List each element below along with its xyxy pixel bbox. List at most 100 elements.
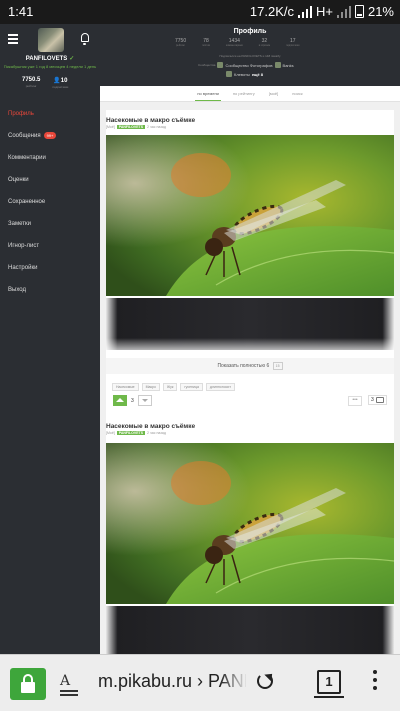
tag[interactable]: Насекомые xyxy=(112,383,139,391)
url-fade xyxy=(220,669,248,695)
subscribers-label: подписчики xyxy=(52,85,69,89)
counter-label: постов xyxy=(202,44,210,47)
sidebar-item-ignore-list[interactable]: Игнор-лист xyxy=(0,235,100,257)
status-bar: 1:41 17.2K/c H+ 21% xyxy=(0,0,400,24)
signal-icon xyxy=(297,5,312,18)
sidebar-item-settings[interactable]: Настройки xyxy=(0,257,100,279)
battery-percent: 21% xyxy=(367,4,394,19)
post-meta: [Моё] PANFILOVETS 2 час назад xyxy=(106,125,166,129)
post-title[interactable]: Насекомые в макро съёмке xyxy=(106,117,195,124)
sidebar-item-label: Комментарии xyxy=(8,155,46,161)
hoverfly-photo xyxy=(106,135,394,296)
sidebar: PANFILOVETS ✓ Пикабушник уже 1 год 8 меся… xyxy=(0,24,100,654)
post-rating: 3 xyxy=(113,395,152,406)
post-time: 2 час назад xyxy=(147,431,166,435)
rating-value: 7750.5 xyxy=(22,77,41,83)
profile-counter: 7750 рейтинг xyxy=(175,38,186,47)
post-tag-mine: [Моё] xyxy=(106,431,115,435)
reader-icon-lines xyxy=(60,690,78,698)
lock-button[interactable] xyxy=(10,668,46,700)
network-speed: 17.2K/c xyxy=(249,4,294,19)
post-author[interactable]: PANFILOVETS xyxy=(116,125,146,129)
counter-label: подписчики xyxy=(286,44,300,47)
profile-counter: 1434 комментариев xyxy=(226,38,243,47)
overflow-menu-icon[interactable] xyxy=(373,670,377,694)
tag[interactable]: Жук xyxy=(162,383,178,391)
profile-counters: 7750 рейтинг 78 постов 1434 комментариев 32… xyxy=(175,38,299,47)
community-link[interactable]: Banks xyxy=(283,63,294,68)
sidebar-item-saved[interactable]: Сохраненное xyxy=(0,191,100,213)
reader-mode-icon[interactable]: A xyxy=(60,673,78,696)
sidebar-item-label: Заметки xyxy=(8,221,31,227)
post-tag-mine: [Моё] xyxy=(106,125,115,129)
browser-bar: A m.pikabu.ru › PANFILOVETS 1 xyxy=(0,654,400,711)
sidebar-item-profile[interactable]: Профиль xyxy=(0,103,100,125)
sidebar-item-comments[interactable]: Комментарии xyxy=(0,147,100,169)
sidebar-item-ratings[interactable]: Оценки xyxy=(0,169,100,191)
more-button[interactable]: ••• xyxy=(348,396,362,406)
tag[interactable]: длинноносит xyxy=(205,383,235,391)
community-link[interactable]: Клевоты xyxy=(234,72,250,77)
signal-icon-2 xyxy=(336,5,351,18)
profile-counter: 78 постов xyxy=(202,38,210,47)
post-title[interactable]: Насекомые в макро съёмке xyxy=(106,423,195,430)
feed: по времени по рейтингу [моё] поиск Насек… xyxy=(100,86,400,654)
sidebar-item-label: Профиль xyxy=(8,111,34,117)
subscribers-value: 👤10 xyxy=(52,77,68,84)
verified-icon: ✓ xyxy=(69,56,75,62)
app: 1:41 17.2K/c H+ 21% PANFILOVETS ✓ Пикабуш… xyxy=(0,0,400,711)
tag[interactable]: Макро xyxy=(141,383,160,391)
post-image[interactable] xyxy=(106,443,394,604)
tab-by-time[interactable]: по времени xyxy=(195,87,221,101)
post-image[interactable] xyxy=(106,135,394,296)
bell-icon[interactable] xyxy=(81,33,89,45)
hamburger-menu-icon[interactable] xyxy=(8,34,18,46)
profile-counter: 17 подписчики xyxy=(286,38,299,47)
community-icon xyxy=(274,62,281,68)
membership-text: Пикабушник уже 1 год 8 месяцев 4 недели … xyxy=(3,64,97,69)
comments-button[interactable]: 3 xyxy=(368,395,387,405)
sidebar-item-label: Игнор-лист xyxy=(8,243,40,249)
sidebar-item-logout[interactable]: Выход xyxy=(0,279,100,301)
communities-more-link[interactable]: ещё 8 xyxy=(252,72,263,77)
reload-icon[interactable] xyxy=(257,673,273,689)
hoverfly-photo xyxy=(106,443,394,604)
show-full-count: 6 xyxy=(266,363,270,369)
show-full-extra: 15 xyxy=(272,362,283,370)
sidebar-stats: 7750.5 рейтинг 👤10 подписчики xyxy=(22,77,68,89)
tab-search[interactable]: поиск xyxy=(290,87,304,100)
person-icon: 👤 xyxy=(53,78,61,84)
show-full-button[interactable]: Показать полностью 6 15 xyxy=(106,358,394,374)
upvote-button[interactable] xyxy=(113,395,127,406)
rating-label: рейтинг xyxy=(25,84,37,88)
subscribers-number: 10 xyxy=(60,78,68,84)
post-image-2[interactable] xyxy=(106,606,394,654)
username-text: PANFILOVETS xyxy=(25,56,68,62)
sidebar-menu: Профиль Сообщения 99+ Комментарии Оценки … xyxy=(0,103,100,301)
tabs-button[interactable]: 1 xyxy=(314,670,344,698)
username[interactable]: PANFILOVETS ✓ xyxy=(0,55,100,62)
post-time: 2 час назад xyxy=(147,125,166,129)
show-full-label: Показать полностью xyxy=(217,363,266,369)
tab-by-rating[interactable]: по рейтингу xyxy=(231,87,257,100)
downvote-button[interactable] xyxy=(137,395,152,406)
post-author[interactable]: PANFILOVETS xyxy=(116,431,146,435)
messages-badge: 99+ xyxy=(43,131,57,139)
reader-icon-letter: A xyxy=(60,673,71,689)
sidebar-item-label: Сохраненное xyxy=(8,199,46,205)
sidebar-item-messages[interactable]: Сообщения 99+ xyxy=(0,125,100,147)
community-link[interactable]: Сообщество Фотографов xyxy=(225,63,272,68)
tab-mine[interactable]: [моё] xyxy=(267,87,280,100)
sidebar-item-label: Настройки xyxy=(8,265,38,271)
community-icon xyxy=(226,71,232,77)
counter-label: рейтинг xyxy=(176,44,186,47)
battery-icon xyxy=(354,5,364,18)
rating-stat: 7750.5 рейтинг xyxy=(22,77,40,89)
profile-header: Профиль 7750 рейтинг 78 постов 1434 коммент… xyxy=(100,24,400,86)
lock-icon-body xyxy=(21,682,35,693)
sidebar-item-notes[interactable]: Заметки xyxy=(0,213,100,235)
avatar[interactable] xyxy=(38,28,64,52)
rating-value: 3 xyxy=(131,397,134,404)
tag[interactable]: гусеница xyxy=(180,383,203,391)
status-time: 1:41 xyxy=(8,4,34,19)
